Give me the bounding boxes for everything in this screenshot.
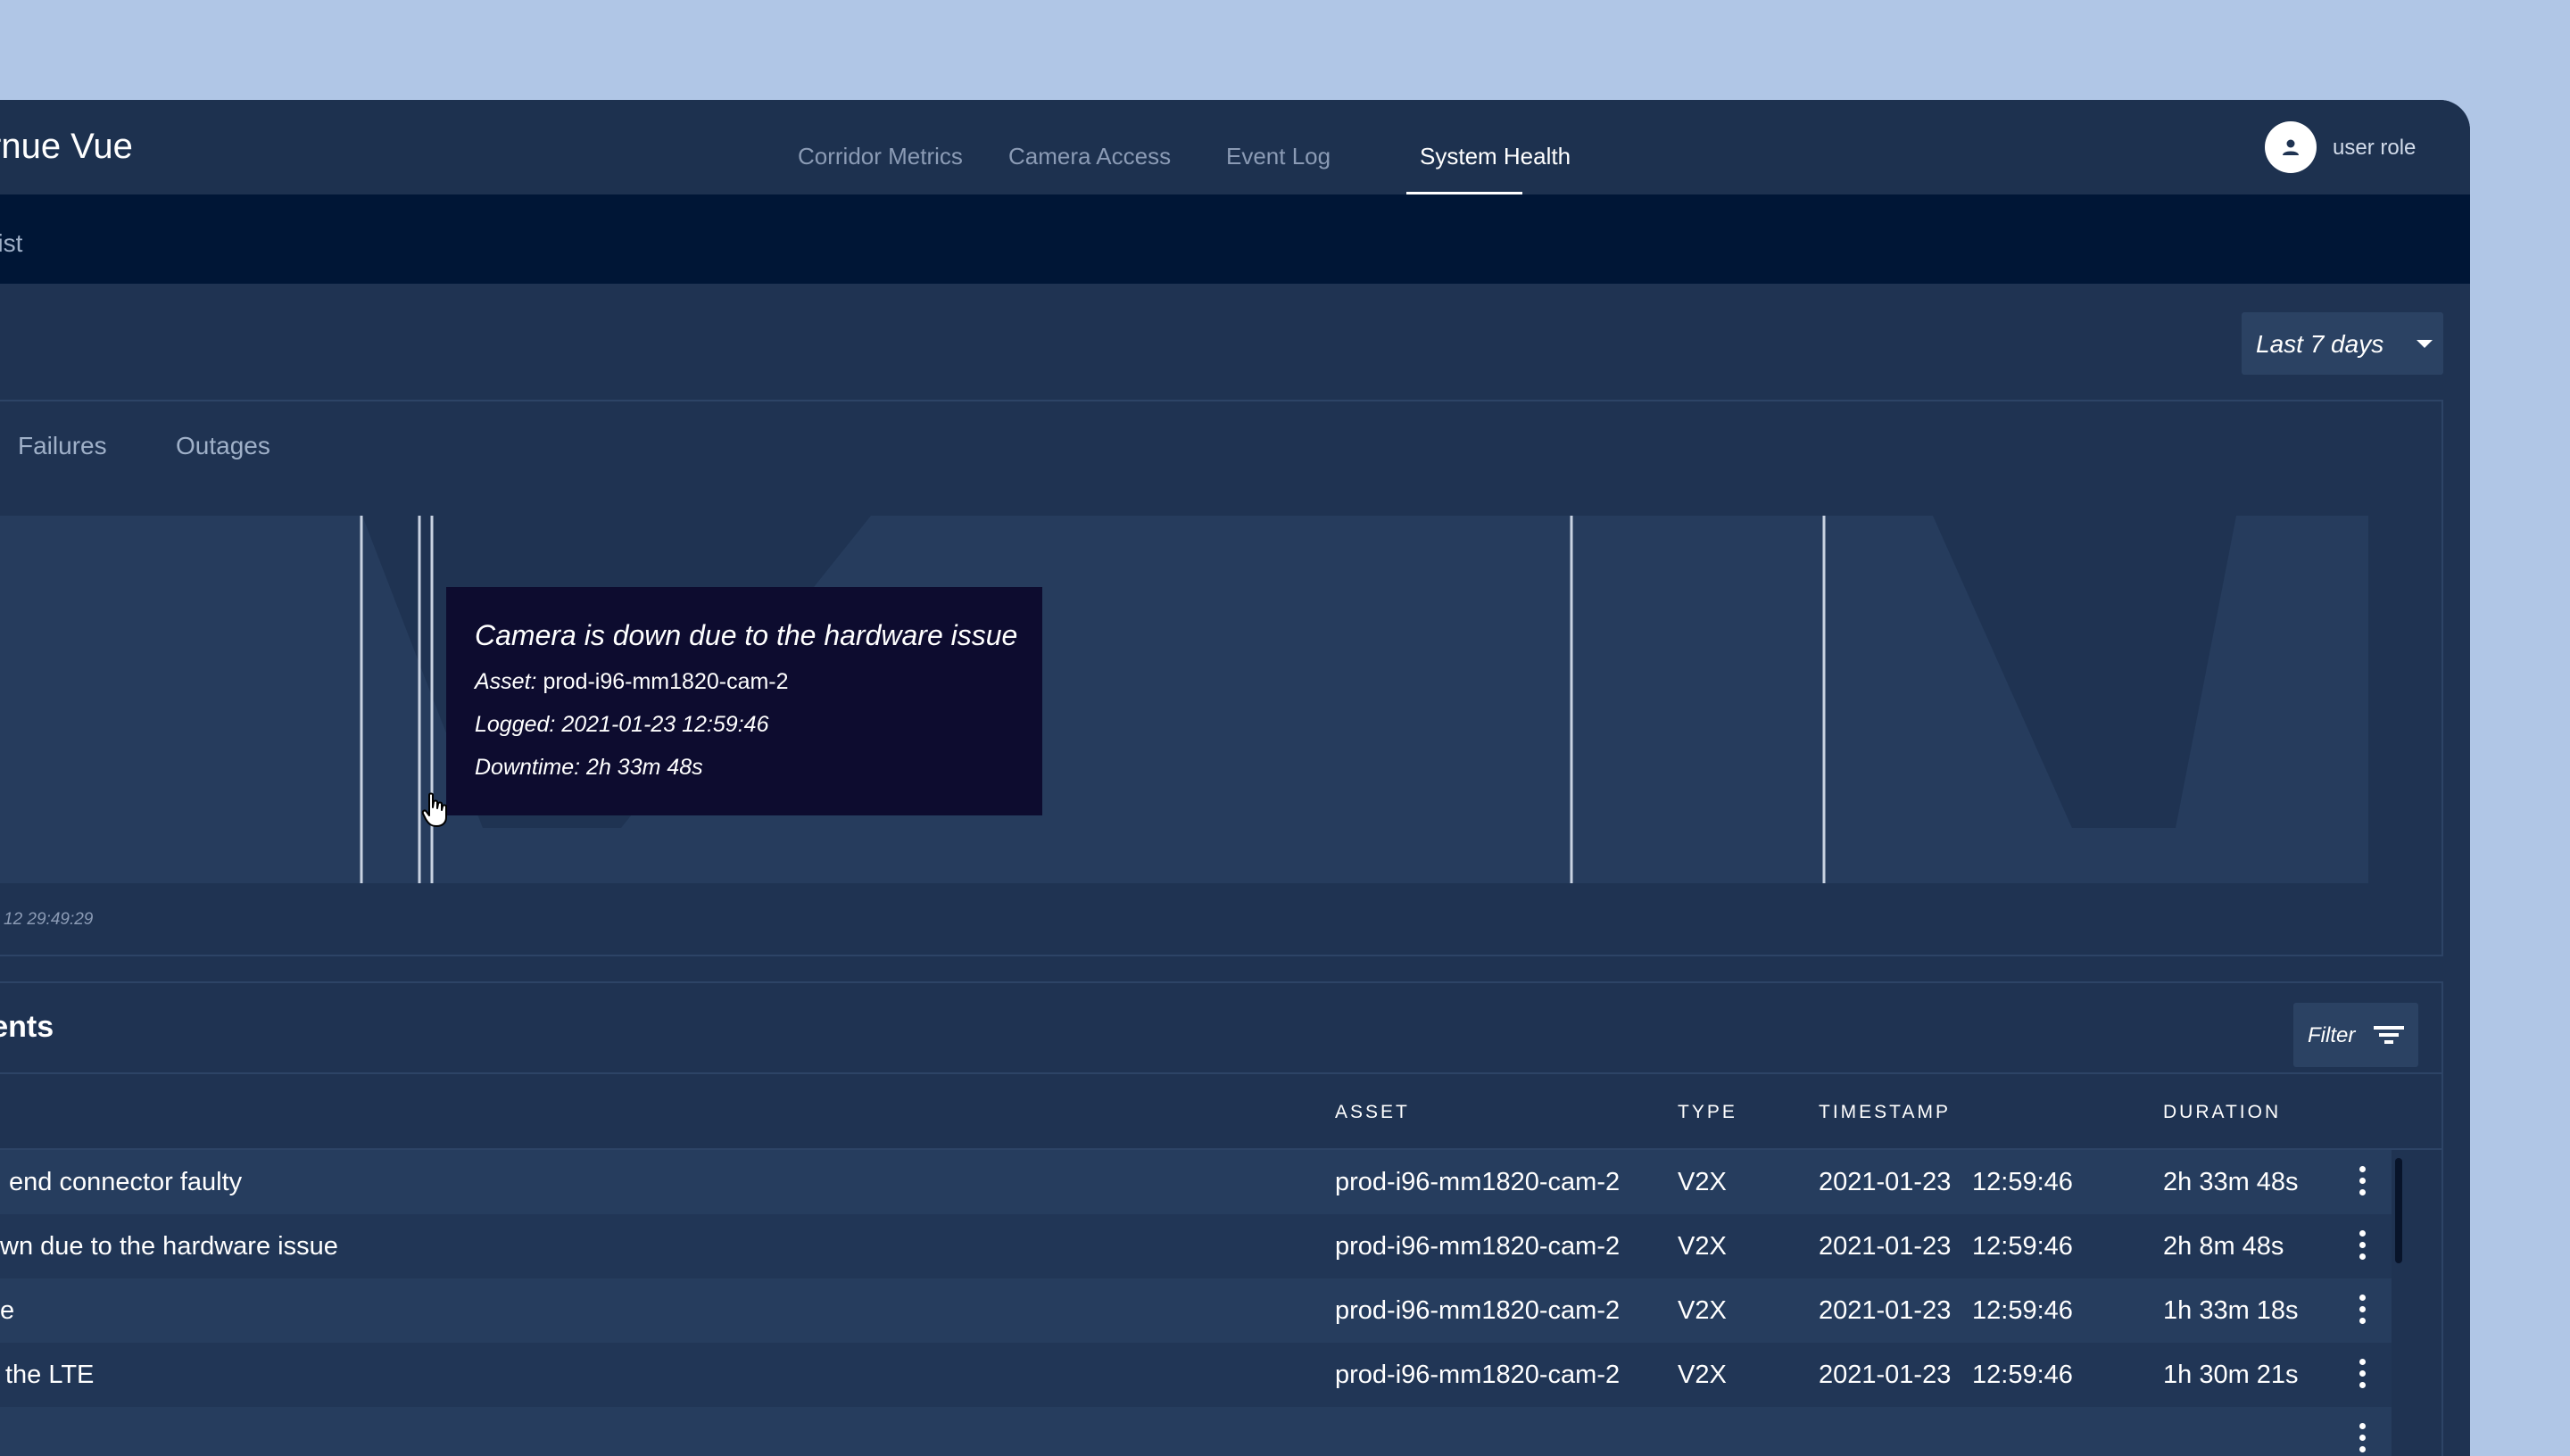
incident-time: 12:59:46 [1972, 1232, 2073, 1261]
column-header-duration[interactable]: DURATION [2163, 1102, 2281, 1123]
incident-date: 2021-01-23 [1819, 1168, 1952, 1196]
column-header-timestamp[interactable]: TIMESTAMP [1819, 1102, 1951, 1123]
incident-duration: 2h 8m 48s [2163, 1232, 2284, 1261]
incident-type: V2X [1678, 1296, 1727, 1325]
more-vert-icon[interactable] [2359, 1423, 2367, 1455]
sub-header [0, 194, 2470, 284]
tooltip-logged-key: Logged: [475, 712, 556, 737]
incident-type: V2X [1678, 1168, 1727, 1196]
incident-asset: prod-i96-mm1820-cam-2 [1335, 1361, 1621, 1389]
incident-asset: prod-i96-mm1820-cam-2 [1335, 1296, 1621, 1325]
x-axis-time-label: 12 29:49:29 [4, 910, 94, 929]
tooltip-asset-key: Asset: [475, 669, 537, 694]
incident-type: V2X [1678, 1232, 1727, 1261]
column-header-asset[interactable]: ASSET [1335, 1102, 1410, 1123]
table-scrollbar[interactable] [2395, 1158, 2402, 1263]
table-row[interactable]: wn due to the hardware issue prod-i96-mm… [0, 1214, 2392, 1278]
incident-description: end connector faulty [9, 1168, 243, 1196]
outage-area-chart[interactable] [0, 516, 2368, 883]
more-vert-icon[interactable] [2359, 1359, 2367, 1391]
tooltip-downtime-key: Downtime: [475, 755, 581, 780]
avatar[interactable] [2265, 121, 2317, 173]
panel-divider [0, 1072, 2443, 1074]
incident-time: 12:59:46 [1972, 1168, 2073, 1196]
table-row[interactable] [0, 1407, 2392, 1456]
nav-corridor-metrics[interactable]: Corridor Metrics [798, 143, 963, 194]
caret-down-icon [2417, 340, 2433, 348]
incident-date: 2021-01-23 [1819, 1296, 1952, 1325]
incident-description: e [0, 1296, 15, 1325]
tab-outages[interactable]: Outages [176, 432, 270, 460]
tab-failures[interactable]: Failures [18, 432, 107, 460]
breadcrumb-asset-list[interactable]: et list [0, 229, 22, 258]
user-role[interactable]: user role [2333, 136, 2416, 161]
nav-camera-access[interactable]: Camera Access [1008, 143, 1171, 194]
more-vert-icon[interactable] [2359, 1295, 2367, 1327]
incidents-title: idents [0, 1010, 54, 1044]
tooltip-logged-value: 2021-01-23 12:59:46 [561, 712, 769, 737]
table-row[interactable]: end connector faulty prod-i96-mm1820-cam… [0, 1150, 2392, 1214]
tooltip-logged: Logged: 2021-01-23 12:59:46 [475, 712, 768, 738]
column-header-type[interactable]: TYPE [1678, 1102, 1737, 1123]
incident-duration: 1h 33m 18s [2163, 1296, 2299, 1325]
filter-label: Filter [2308, 1023, 2356, 1047]
filter-button[interactable]: Filter [2293, 1003, 2418, 1067]
date-range-dropdown[interactable]: Last 7 days [2242, 312, 2443, 375]
tooltip-asset-value: prod-i96-mm1820-cam-2 [543, 669, 789, 694]
date-range-label: Last 7 days [2256, 330, 2384, 358]
incident-duration: 2h 33m 48s [2163, 1168, 2299, 1196]
tooltip-title: Camera is down due to the hardware issue [475, 619, 1018, 651]
incident-time: 12:59:46 [1972, 1296, 2073, 1325]
incident-duration: 1h 30m 21s [2163, 1361, 2299, 1389]
app-title: rnue Vue [0, 127, 133, 166]
incident-description: wn due to the hardware issue [0, 1232, 338, 1261]
app-window: rnue Vue Corridor Metrics Camera Access … [0, 100, 2470, 1456]
hand-cursor-icon [421, 792, 447, 827]
top-bar: rnue Vue Corridor Metrics Camera Access … [0, 100, 2470, 195]
incident-asset: prod-i96-mm1820-cam-2 [1335, 1232, 1621, 1261]
event-tooltip: Camera is down due to the hardware issue… [446, 587, 1042, 815]
tooltip-asset: Asset: prod-i96-mm1820-cam-2 [475, 669, 789, 695]
incident-asset: prod-i96-mm1820-cam-2 [1335, 1168, 1621, 1196]
tooltip-downtime: Downtime: 2h 33m 48s [475, 755, 703, 781]
tooltip-downtime-value: 2h 33m 48s [586, 755, 703, 780]
table-row[interactable]: e prod-i96-mm1820-cam-2 V2X 2021-01-23 1… [0, 1278, 2392, 1343]
more-vert-icon[interactable] [2359, 1166, 2367, 1198]
incident-date: 2021-01-23 [1819, 1232, 1952, 1261]
table-row[interactable]: the LTE prod-i96-mm1820-cam-2 V2X 2021-0… [0, 1343, 2392, 1407]
more-vert-icon[interactable] [2359, 1230, 2367, 1262]
incident-date: 2021-01-23 [1819, 1361, 1952, 1389]
incident-time: 12:59:46 [1972, 1361, 2073, 1389]
incident-type: V2X [1678, 1361, 1727, 1389]
nav-system-health[interactable]: System Health [1420, 143, 1571, 194]
nav-event-log[interactable]: Event Log [1226, 143, 1331, 194]
person-icon [2283, 139, 2299, 155]
incident-description: the LTE [5, 1361, 95, 1389]
filter-icon [2374, 1026, 2404, 1044]
